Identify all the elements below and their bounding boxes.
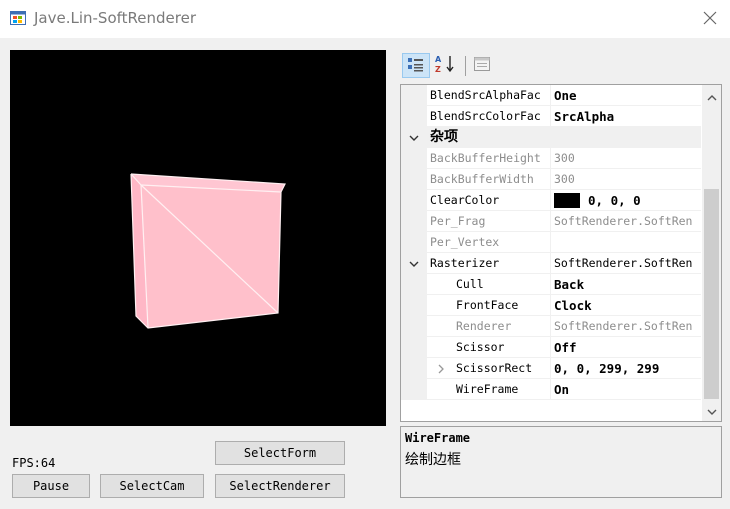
property-row-renderer[interactable]: Renderer SoftRenderer.SoftRen: [401, 316, 701, 337]
svg-text:Z: Z: [435, 65, 441, 74]
chevron-down-icon[interactable]: [407, 253, 421, 274]
description-text: 绘制边框: [405, 452, 461, 468]
scroll-down-icon: [707, 401, 717, 420]
close-button[interactable]: [690, 0, 730, 38]
description-title: WireFrame: [405, 431, 471, 445]
category-row-misc[interactable]: 杂项: [401, 127, 701, 148]
property-name: ScissorRect: [456, 361, 533, 375]
cube-front-face: [141, 185, 281, 328]
property-row-per-frag[interactable]: Per_Frag SoftRenderer.SoftRen: [401, 211, 701, 232]
color-swatch: [554, 193, 580, 208]
fps-counter: FPS:64: [12, 456, 56, 470]
property-row-scissor-rect[interactable]: ScissorRect 0, 0, 299, 299: [401, 358, 701, 379]
cube-render: [130, 173, 286, 329]
property-value[interactable]: On: [554, 379, 701, 400]
scrollbar-thumb[interactable]: [704, 189, 719, 399]
scroll-up-icon: [707, 86, 717, 105]
window-title: Jave.Lin-SoftRenderer: [34, 9, 196, 27]
property-row-rasterizer[interactable]: Rasterizer SoftRenderer.SoftRen: [401, 253, 701, 274]
property-row-cull[interactable]: Cull Back: [401, 274, 701, 295]
select-cam-button[interactable]: SelectCam: [100, 474, 204, 498]
property-value[interactable]: One: [554, 85, 701, 106]
property-value: SoftRenderer.SoftRen: [554, 214, 693, 228]
property-value[interactable]: SrcAlpha: [554, 106, 701, 127]
select-renderer-button[interactable]: SelectRenderer: [215, 474, 345, 498]
title-bar: Jave.Lin-SoftRenderer: [0, 0, 730, 38]
property-value: SoftRenderer.SoftRen: [554, 256, 693, 270]
property-name: BackBufferWidth: [430, 172, 534, 186]
scroll-down-button[interactable]: [702, 402, 721, 419]
property-name: Rasterizer: [430, 256, 500, 270]
categorized-view-button[interactable]: [402, 53, 430, 78]
property-row-scissor[interactable]: Scissor Off: [401, 337, 701, 358]
property-pages-icon: [473, 56, 491, 76]
property-value: 300: [554, 151, 575, 165]
property-row-blend-src-alpha-fac[interactable]: BlendSrcAlphaFac One: [401, 85, 701, 106]
property-pages-button[interactable]: [468, 53, 496, 78]
property-row-per-vertex[interactable]: Per_Vertex: [401, 232, 701, 253]
select-form-button[interactable]: SelectForm: [215, 441, 345, 465]
chevron-right-icon[interactable]: [434, 358, 448, 379]
property-value[interactable]: Off: [554, 337, 701, 358]
categorized-view-icon: [407, 56, 425, 76]
property-grid-toolbar: A Z: [400, 52, 722, 82]
windows-form-icon: [10, 10, 26, 26]
toolbar-separator: [465, 56, 466, 76]
property-value[interactable]: Clock: [554, 295, 701, 316]
property-name: WireFrame: [456, 382, 519, 396]
property-row-front-face[interactable]: FrontFace Clock: [401, 295, 701, 316]
property-row-back-buffer-width[interactable]: BackBufferWidth 300: [401, 169, 701, 190]
property-name: Renderer: [456, 319, 512, 333]
render-viewport[interactable]: [10, 50, 386, 426]
property-name: BlendSrcAlphaFac: [430, 88, 541, 102]
property-grid[interactable]: BlendSrcAlphaFac One BlendSrcColorFac Sr…: [400, 84, 722, 422]
category-name: 杂项: [430, 129, 458, 145]
property-value: [554, 232, 701, 253]
property-row-wire-frame[interactable]: WireFrame On: [401, 379, 701, 400]
property-value[interactable]: Back: [554, 274, 701, 295]
pause-button[interactable]: Pause: [12, 474, 90, 498]
property-row-blend-src-color-fac[interactable]: BlendSrcColorFac SrcAlpha: [401, 106, 701, 127]
property-row-clear-color[interactable]: ClearColor 0, 0, 0: [401, 190, 701, 211]
property-name: Scissor: [456, 340, 505, 354]
property-grid-scrollbar[interactable]: [702, 85, 721, 421]
property-value[interactable]: 0, 0, 299, 299: [554, 358, 701, 379]
alphabetical-sort-button[interactable]: A Z: [431, 53, 459, 78]
property-name: BackBufferHeight: [430, 151, 541, 165]
close-icon: [703, 10, 717, 29]
property-name: Per_Frag: [430, 214, 486, 228]
property-description-pane: WireFrame 绘制边框: [400, 426, 722, 498]
property-row-back-buffer-height[interactable]: BackBufferHeight 300: [401, 148, 701, 169]
property-value[interactable]: 0, 0, 0: [554, 190, 701, 211]
property-name: FrontFace: [456, 298, 519, 312]
svg-text:A: A: [435, 55, 442, 64]
property-name: BlendSrcColorFac: [430, 109, 541, 123]
alphabetical-sort-icon: A Z: [434, 54, 456, 78]
property-value: SoftRenderer.SoftRen: [554, 319, 693, 333]
scroll-up-button[interactable]: [702, 87, 721, 104]
color-value-text: 0, 0, 0: [588, 193, 641, 208]
property-name: Per_Vertex: [430, 235, 500, 249]
property-name: ClearColor: [430, 193, 500, 207]
property-name: Cull: [456, 277, 484, 291]
property-value: 300: [554, 172, 575, 186]
chevron-down-icon[interactable]: [407, 127, 421, 148]
